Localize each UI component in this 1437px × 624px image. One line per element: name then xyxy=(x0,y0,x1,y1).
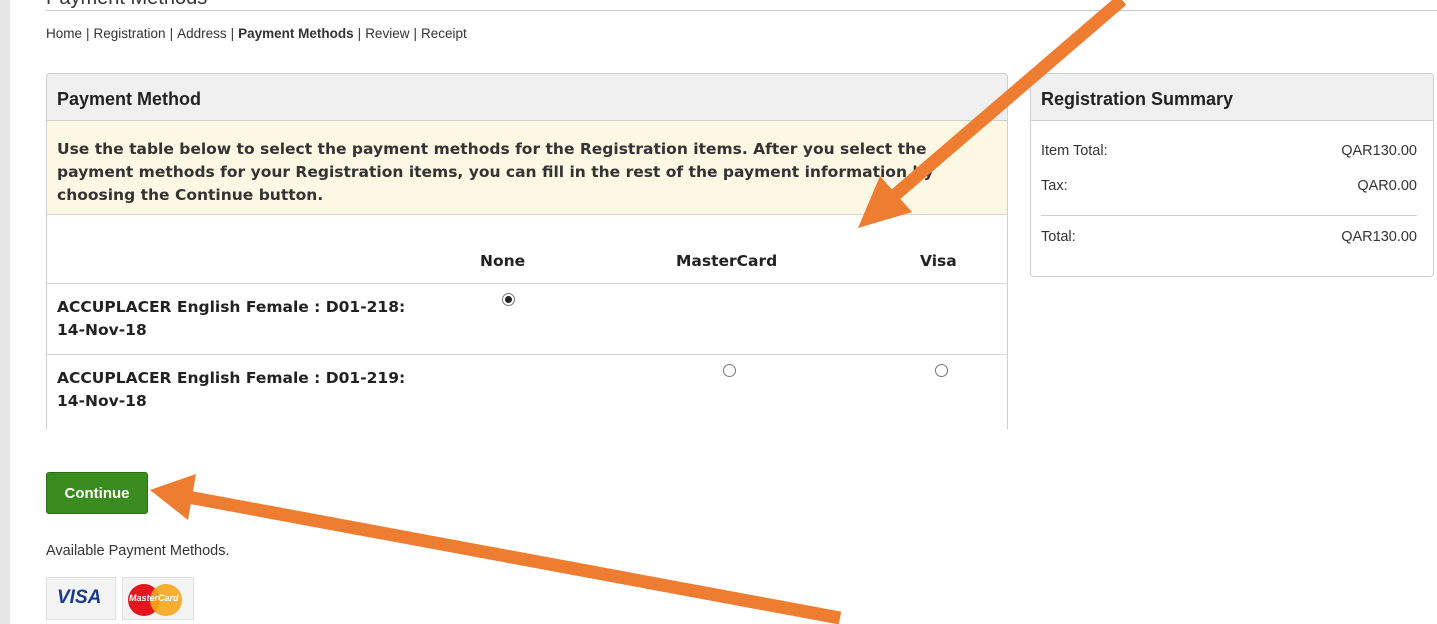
column-visa: Visa xyxy=(920,252,957,270)
available-payment-methods-label: Available Payment Methods. xyxy=(46,543,230,559)
table-divider xyxy=(47,354,1007,355)
summary-total: Total: QAR130.00 xyxy=(1041,229,1417,245)
heading-divider xyxy=(46,10,1437,11)
visa-card-icon: VISA xyxy=(46,577,116,620)
breadcrumb-address[interactable]: Address xyxy=(177,26,227,41)
summary-item-total-label: Item Total: xyxy=(1041,143,1108,159)
page-title: Payment Methods xyxy=(46,0,207,10)
summary-item-total-value: QAR130.00 xyxy=(1341,143,1417,159)
summary-tax: Tax: QAR0.00 xyxy=(1041,178,1417,194)
mastercard-card-text: MasterCard xyxy=(129,593,179,603)
radio-mastercard-row2[interactable] xyxy=(723,364,736,377)
radio-none-row1[interactable] xyxy=(502,293,515,306)
summary-tax-label: Tax: xyxy=(1041,178,1068,194)
breadcrumb-payment-methods: Payment Methods xyxy=(238,26,354,41)
summary-total-value: QAR130.00 xyxy=(1341,229,1417,245)
payment-method-panel: Payment Method Use the table below to se… xyxy=(46,73,1008,429)
column-mastercard: MasterCard xyxy=(676,252,778,270)
left-gutter xyxy=(0,0,10,624)
breadcrumb-home[interactable]: Home xyxy=(46,26,82,41)
registration-summary-title: Registration Summary xyxy=(1031,74,1433,121)
payment-instructions: Use the table below to select the paymen… xyxy=(47,121,1007,215)
table-row-item-label: ACCUPLACER English Female : D01-219: 14-… xyxy=(57,369,406,410)
breadcrumb-separator: | xyxy=(86,26,90,41)
continue-button[interactable]: Continue xyxy=(46,472,148,514)
breadcrumb-separator: | xyxy=(230,26,235,41)
breadcrumb: Home | Registration | Address | Payment Method… xyxy=(46,26,467,41)
breadcrumb-separator: | xyxy=(357,26,362,41)
annotation-arrow-continue xyxy=(150,474,842,624)
table-row-item-label: ACCUPLACER English Female : D01-218: 14-… xyxy=(57,298,406,339)
summary-tax-value: QAR0.00 xyxy=(1357,178,1417,194)
breadcrumb-separator: | xyxy=(413,26,417,41)
column-none: None xyxy=(480,252,526,270)
summary-divider xyxy=(1041,215,1417,216)
breadcrumb-review: Review xyxy=(365,26,410,41)
breadcrumb-separator: | xyxy=(169,26,174,41)
summary-item-total: Item Total: QAR130.00 xyxy=(1041,143,1417,159)
mastercard-card-icon: MasterCard xyxy=(122,577,194,620)
registration-summary-panel: Registration Summary Item Total: QAR130.… xyxy=(1030,73,1434,277)
summary-total-label: Total: xyxy=(1041,229,1076,245)
visa-card-text: VISA xyxy=(57,587,102,608)
radio-visa-row2[interactable] xyxy=(935,364,948,377)
payment-method-title: Payment Method xyxy=(47,74,1007,121)
breadcrumb-receipt: Receipt xyxy=(420,26,467,41)
table-divider xyxy=(47,283,1007,284)
breadcrumb-registration[interactable]: Registration xyxy=(94,26,166,41)
